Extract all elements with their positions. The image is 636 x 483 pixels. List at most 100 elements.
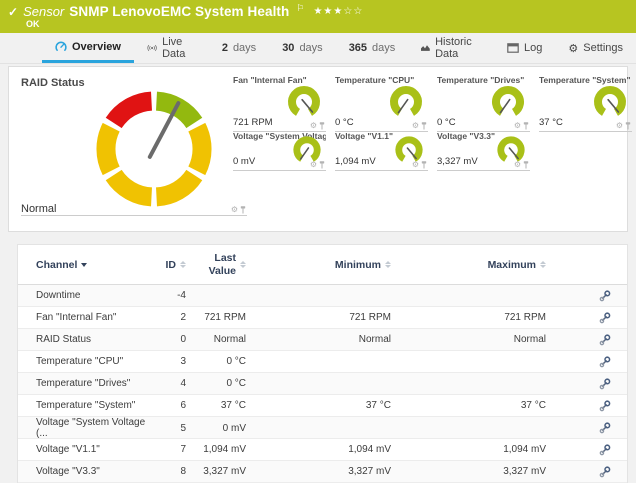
mini-gauge-temperature-drives: Temperature "Drives" 0 °C ⚙ bbox=[437, 73, 530, 132]
tab-30-days[interactable]: 30 days bbox=[269, 33, 336, 63]
tab-overview[interactable]: Overview bbox=[42, 33, 134, 63]
channel-id-cell: 0 bbox=[148, 334, 186, 345]
channel-id-cell: 5 bbox=[148, 423, 186, 434]
priority-flag-icon[interactable]: ⚐ bbox=[296, 3, 304, 14]
channel-name-cell: Temperature "System" bbox=[36, 400, 148, 411]
table-row: Fan "Internal Fan" 2 721 RPM 721 RPM 721… bbox=[18, 307, 627, 329]
mini-gauge-arc bbox=[386, 82, 426, 122]
channel-id-cell: 3 bbox=[148, 356, 186, 367]
edit-channel-wrench-icon[interactable] bbox=[599, 378, 611, 390]
mini-gauge-voltage-v1-1: Voltage "V1.1" 1,094 mV ⚙ bbox=[335, 129, 428, 171]
column-header-maximum-label: Maximum bbox=[488, 259, 536, 271]
minimum-cell: 37 °C bbox=[246, 400, 391, 411]
tab-365-days[interactable]: 365 days bbox=[336, 33, 409, 63]
gauge-settings-gear-icon[interactable]: ⚙ bbox=[310, 161, 317, 169]
tab-365-days-label: days bbox=[372, 42, 395, 54]
mini-gauge-temperature-system: Temperature "System" 37 °C ⚙ bbox=[539, 73, 632, 132]
maximum-cell: Normal bbox=[391, 334, 546, 345]
channel-id-cell: 8 bbox=[148, 466, 186, 477]
tab-30-days-number: 30 bbox=[282, 42, 294, 54]
maximum-cell: 3,327 mV bbox=[391, 466, 546, 477]
mini-gauge-voltage-system: Voltage "System Voltage (12... 0 mV ⚙ bbox=[233, 129, 326, 171]
gauge-settings-gear-icon[interactable]: ⚙ bbox=[412, 161, 419, 169]
column-header-maximum[interactable]: Maximum bbox=[391, 259, 546, 271]
pin-icon[interactable] bbox=[319, 161, 325, 169]
table-row: Temperature "Drives" 4 0 °C bbox=[18, 373, 627, 395]
column-header-id-label: ID bbox=[166, 259, 177, 271]
pin-icon[interactable] bbox=[523, 161, 529, 169]
channel-id-cell: 2 bbox=[148, 312, 186, 323]
channel-id-cell: 7 bbox=[148, 444, 186, 455]
gauge-settings-gear-icon[interactable]: ⚙ bbox=[231, 206, 238, 214]
minimum-cell: 3,327 mV bbox=[246, 466, 391, 477]
channel-id-cell: 4 bbox=[148, 378, 186, 389]
tab-2-days-label: days bbox=[233, 42, 256, 54]
edit-channel-wrench-icon[interactable] bbox=[599, 466, 611, 478]
last-value-cell: Normal bbox=[186, 334, 246, 345]
edit-channel-wrench-icon[interactable] bbox=[599, 334, 611, 346]
last-value-cell: 0 mV bbox=[186, 423, 246, 434]
channels-table-header: Channel ID Last Value Minimum Maximum bbox=[18, 245, 627, 285]
gauge-settings-gear-icon[interactable]: ⚙ bbox=[616, 122, 623, 130]
tab-live-data[interactable]: Live Data bbox=[134, 33, 209, 63]
channel-id-cell: -4 bbox=[148, 290, 186, 301]
mini-gauge-arc bbox=[488, 82, 528, 122]
column-header-last-value[interactable]: Last Value bbox=[186, 252, 246, 276]
maximum-cell: 1,094 mV bbox=[391, 444, 546, 455]
tab-settings[interactable]: ⚙ Settings bbox=[555, 33, 636, 63]
tab-live-data-label: Live Data bbox=[162, 36, 196, 60]
channel-name-cell: Temperature "Drives" bbox=[36, 378, 148, 389]
gauge-settings-gear-icon[interactable]: ⚙ bbox=[514, 161, 521, 169]
mini-gauge-value: 3,327 mV bbox=[437, 156, 478, 167]
sensor-status-badge: OK bbox=[26, 19, 40, 29]
edit-channel-wrench-icon[interactable] bbox=[599, 444, 611, 456]
channel-name-cell: Temperature "CPU" bbox=[36, 356, 148, 367]
table-row: Voltage "System Voltage (... 5 0 mV bbox=[18, 417, 627, 439]
tab-365-days-number: 365 bbox=[349, 42, 367, 54]
maximum-cell: 721 RPM bbox=[391, 312, 546, 323]
channel-name-cell: Fan "Internal Fan" bbox=[36, 312, 148, 323]
column-header-minimum[interactable]: Minimum bbox=[246, 259, 391, 271]
last-value-cell: 1,094 mV bbox=[186, 444, 246, 455]
tab-historic-data[interactable]: Historic Data bbox=[408, 33, 494, 63]
edit-channel-wrench-icon[interactable] bbox=[599, 422, 611, 434]
tab-2-days-number: 2 bbox=[222, 42, 228, 54]
channel-id-cell: 6 bbox=[148, 400, 186, 411]
tab-30-days-label: days bbox=[299, 42, 322, 54]
mini-gauge-fan-internal-fan: Fan "Internal Fan" 721 RPM ⚙ bbox=[233, 73, 326, 132]
tab-log[interactable]: Log bbox=[494, 33, 555, 63]
pin-icon[interactable] bbox=[240, 206, 246, 214]
tab-2-days[interactable]: 2 days bbox=[209, 33, 269, 63]
minimum-cell: 1,094 mV bbox=[246, 444, 391, 455]
edit-channel-wrench-icon[interactable] bbox=[599, 356, 611, 368]
edit-channel-wrench-icon[interactable] bbox=[599, 290, 611, 302]
column-header-minimum-label: Minimum bbox=[335, 259, 381, 271]
mini-gauge-value: 0 °C bbox=[437, 117, 456, 128]
minimum-cell: Normal bbox=[246, 334, 391, 345]
mini-gauge-arc bbox=[284, 82, 324, 122]
sort-caret-down-icon bbox=[81, 263, 87, 267]
pin-icon[interactable] bbox=[421, 161, 427, 169]
channel-name-cell: Voltage "System Voltage (... bbox=[36, 417, 148, 439]
column-header-channel[interactable]: Channel bbox=[36, 259, 148, 271]
channel-name-cell: Downtime bbox=[36, 290, 148, 301]
raid-status-gauge-title: RAID Status bbox=[21, 77, 85, 89]
table-row: Voltage "V3.3" 8 3,327 mV 3,327 mV 3,327… bbox=[18, 461, 627, 483]
last-value-cell: 0 °C bbox=[186, 356, 246, 367]
edit-channel-wrench-icon[interactable] bbox=[599, 312, 611, 324]
pin-icon[interactable] bbox=[625, 122, 631, 130]
last-value-cell: 3,327 mV bbox=[186, 466, 246, 477]
channel-name-cell: RAID Status bbox=[36, 334, 148, 345]
mini-gauge-value: 1,094 mV bbox=[335, 156, 376, 167]
table-row: Temperature "System" 6 37 °C 37 °C 37 °C bbox=[18, 395, 627, 417]
tab-log-label: Log bbox=[524, 42, 542, 54]
prtg-sensor-page: ✓ Sensor SNMP LenovoEMC System Health ⚐ … bbox=[0, 0, 636, 483]
priority-stars[interactable]: ★★★☆☆ bbox=[313, 6, 363, 17]
edit-channel-wrench-icon[interactable] bbox=[599, 400, 611, 412]
table-row: Downtime -4 bbox=[18, 285, 627, 307]
last-value-cell: 0 °C bbox=[186, 378, 246, 389]
mini-gauge-temperature-cpu: Temperature "CPU" 0 °C ⚙ bbox=[335, 73, 428, 132]
column-header-id[interactable]: ID bbox=[148, 259, 186, 271]
table-row: RAID Status 0 Normal Normal Normal bbox=[18, 329, 627, 351]
channels-table-body: Downtime -4 Fan "Internal Fan" 2 721 RPM… bbox=[18, 285, 627, 483]
